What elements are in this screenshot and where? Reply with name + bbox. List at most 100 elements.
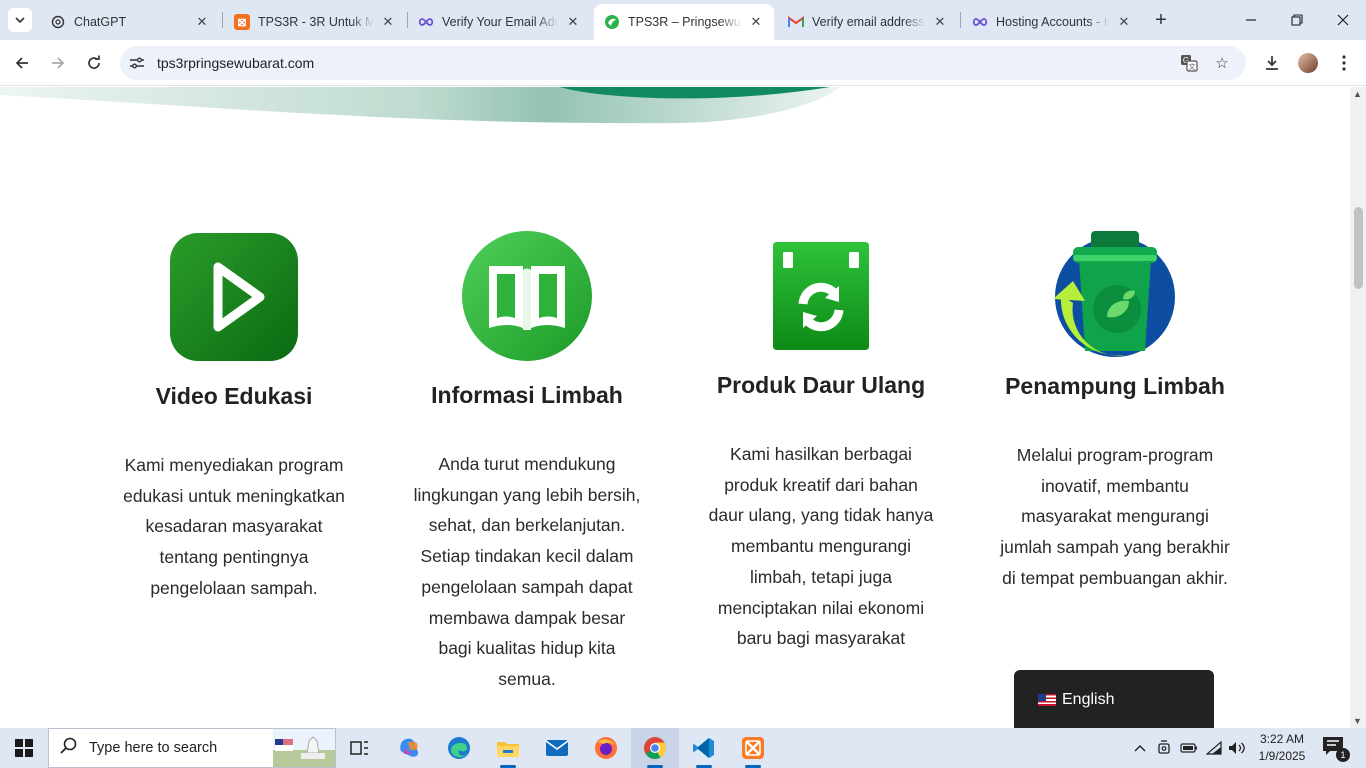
avatar	[1298, 53, 1318, 73]
chevron-down-icon	[15, 17, 25, 24]
folder-icon	[497, 742, 519, 757]
tab-tps3r-pringsewu[interactable]: TPS3R – Pringsewu B ✕	[594, 4, 774, 40]
close-tab-icon[interactable]: ✕	[194, 14, 210, 30]
close-tab-icon[interactable]: ✕	[748, 14, 764, 30]
infinity-icon	[972, 14, 988, 30]
tab-title: TPS3R - 3R Untuk Ma	[258, 15, 374, 29]
tray-volume[interactable]	[1226, 728, 1248, 768]
close-tab-icon[interactable]: ✕	[932, 14, 948, 30]
tray-battery[interactable]	[1178, 728, 1200, 768]
tab-search-button[interactable]	[8, 8, 32, 32]
taskbar-clock[interactable]: 3:22 AM 1/9/2025	[1252, 731, 1312, 765]
xampp-icon	[742, 737, 764, 759]
browser-menu-button[interactable]	[1330, 49, 1358, 77]
download-icon	[1266, 56, 1278, 70]
feature-title: Penampung Limbah	[1005, 373, 1225, 399]
reload-icon	[88, 55, 100, 69]
feature-description: Anda turut mendukung lingkungan yang lebi…	[413, 454, 641, 689]
taskbar-vscode[interactable]	[680, 728, 728, 768]
taskbar-mail[interactable]	[533, 728, 581, 768]
tab-title: ChatGPT	[74, 15, 127, 29]
gmail-icon	[788, 14, 804, 30]
reload-button[interactable]	[80, 49, 108, 77]
browser-toolbar: tps3rpringsewubarat.com G文 ☆	[0, 40, 1366, 86]
tps3r-icon	[604, 14, 620, 30]
taskbar-search-box[interactable]: Type here to search	[48, 728, 336, 768]
minimize-icon	[1246, 19, 1256, 21]
page-viewport: Video Edukasi Kami menyediakan program ed…	[0, 87, 1366, 728]
decorative-wave	[0, 87, 840, 124]
page-scrollbar[interactable]: ▲ ▼	[1350, 87, 1366, 728]
feature-informasi-limbah: Informasi Limbah Anda turut mendukung lin…	[397, 230, 657, 695]
show-hidden-icons-button[interactable]	[1130, 728, 1150, 768]
new-tab-button[interactable]: +	[1150, 9, 1172, 31]
tab-title: Hosting Accounts - Ir	[996, 15, 1110, 29]
recycle-bag-icon	[773, 242, 869, 350]
restore-icon	[1291, 14, 1303, 26]
tab-title: TPS3R – Pringsewu B	[628, 15, 742, 29]
restore-button[interactable]	[1274, 0, 1320, 40]
play-video-icon	[170, 233, 298, 361]
url-text[interactable]: tps3rpringsewubarat.com	[157, 55, 314, 71]
taskbar-copilot[interactable]	[386, 728, 434, 768]
scroll-up-arrow-icon[interactable]: ▲	[1353, 89, 1362, 99]
back-button[interactable]	[8, 49, 36, 77]
taskbar-chrome[interactable]	[631, 728, 679, 768]
close-tab-icon[interactable]: ✕	[380, 14, 396, 30]
tray-meet-now[interactable]	[1154, 728, 1176, 768]
notification-count-badge: 1	[1336, 748, 1350, 762]
feature-description: Kami menyediakan program edukasi untuk me…	[123, 455, 345, 598]
wifi-icon	[1206, 741, 1222, 755]
forward-button[interactable]	[44, 49, 72, 77]
feature-title: Informasi Limbah	[431, 382, 623, 408]
taskbar-file-explorer[interactable]	[484, 728, 532, 768]
more-vertical-icon	[1342, 55, 1346, 71]
feature-penampung-limbah: Penampung Limbah Melalui program-program…	[985, 229, 1245, 594]
scrollbar-thumb[interactable]	[1354, 207, 1363, 289]
translate-icon[interactable]: G文	[1178, 52, 1200, 74]
search-icon	[49, 737, 89, 760]
open-book-icon	[462, 231, 592, 361]
tab-tps3r-xampp[interactable]: ⊠ TPS3R - 3R Untuk Ma ✕	[224, 4, 406, 40]
scroll-down-arrow-icon[interactable]: ▼	[1353, 716, 1362, 726]
start-button[interactable]	[0, 728, 48, 768]
windows-taskbar: Type here to search 3:22 AM 1/9/2025 1	[0, 728, 1366, 768]
speaker-icon	[1229, 742, 1245, 754]
language-switcher[interactable]: English	[1014, 670, 1214, 728]
search-highlight-image	[273, 729, 335, 767]
tab-gmail-verify[interactable]: Verify email address f ✕	[778, 4, 958, 40]
bookmark-star-icon[interactable]: ☆	[1211, 52, 1233, 74]
close-window-button[interactable]	[1320, 0, 1366, 40]
language-label: English	[1062, 691, 1115, 708]
meet-now-icon	[1158, 740, 1170, 754]
arrow-left-icon	[15, 57, 28, 69]
arrow-right-icon	[52, 57, 65, 69]
us-flag-icon	[1038, 694, 1056, 706]
downloads-button[interactable]	[1258, 49, 1286, 77]
task-view-button[interactable]	[336, 728, 384, 768]
tab-chatgpt[interactable]: ChatGPT ✕	[40, 4, 220, 40]
minimize-button[interactable]	[1228, 0, 1274, 40]
chrome-icon	[644, 737, 666, 759]
site-info-icon[interactable]	[128, 54, 146, 72]
close-tab-icon[interactable]: ✕	[1116, 14, 1132, 30]
firefox-icon	[595, 737, 617, 759]
profile-button[interactable]	[1294, 49, 1322, 77]
notification-center-button[interactable]: 1	[1322, 736, 1350, 762]
tab-verify-email[interactable]: Verify Your Email Add ✕	[408, 4, 591, 40]
copilot-icon	[400, 738, 419, 757]
search-placeholder: Type here to search	[89, 740, 218, 756]
taskbar-firefox[interactable]	[582, 728, 630, 768]
tab-hosting-accounts[interactable]: Hosting Accounts - Ir ✕	[962, 4, 1142, 40]
tray-network[interactable]	[1203, 728, 1225, 768]
feature-description: Kami hasilkan berbagai produk kreatif dar…	[708, 444, 934, 649]
close-tab-icon[interactable]: ✕	[565, 14, 581, 30]
feature-title: Produk Daur Ulang	[716, 372, 926, 398]
task-view-icon	[350, 741, 368, 755]
clock-date: 1/9/2025	[1258, 749, 1306, 763]
taskbar-xampp[interactable]	[729, 728, 777, 768]
taskbar-edge[interactable]	[435, 728, 483, 768]
recycle-bin-icon	[1053, 231, 1175, 357]
address-bar[interactable]: tps3rpringsewubarat.com G文 ☆	[120, 46, 1246, 80]
tab-title: Verify Your Email Add	[442, 15, 559, 29]
